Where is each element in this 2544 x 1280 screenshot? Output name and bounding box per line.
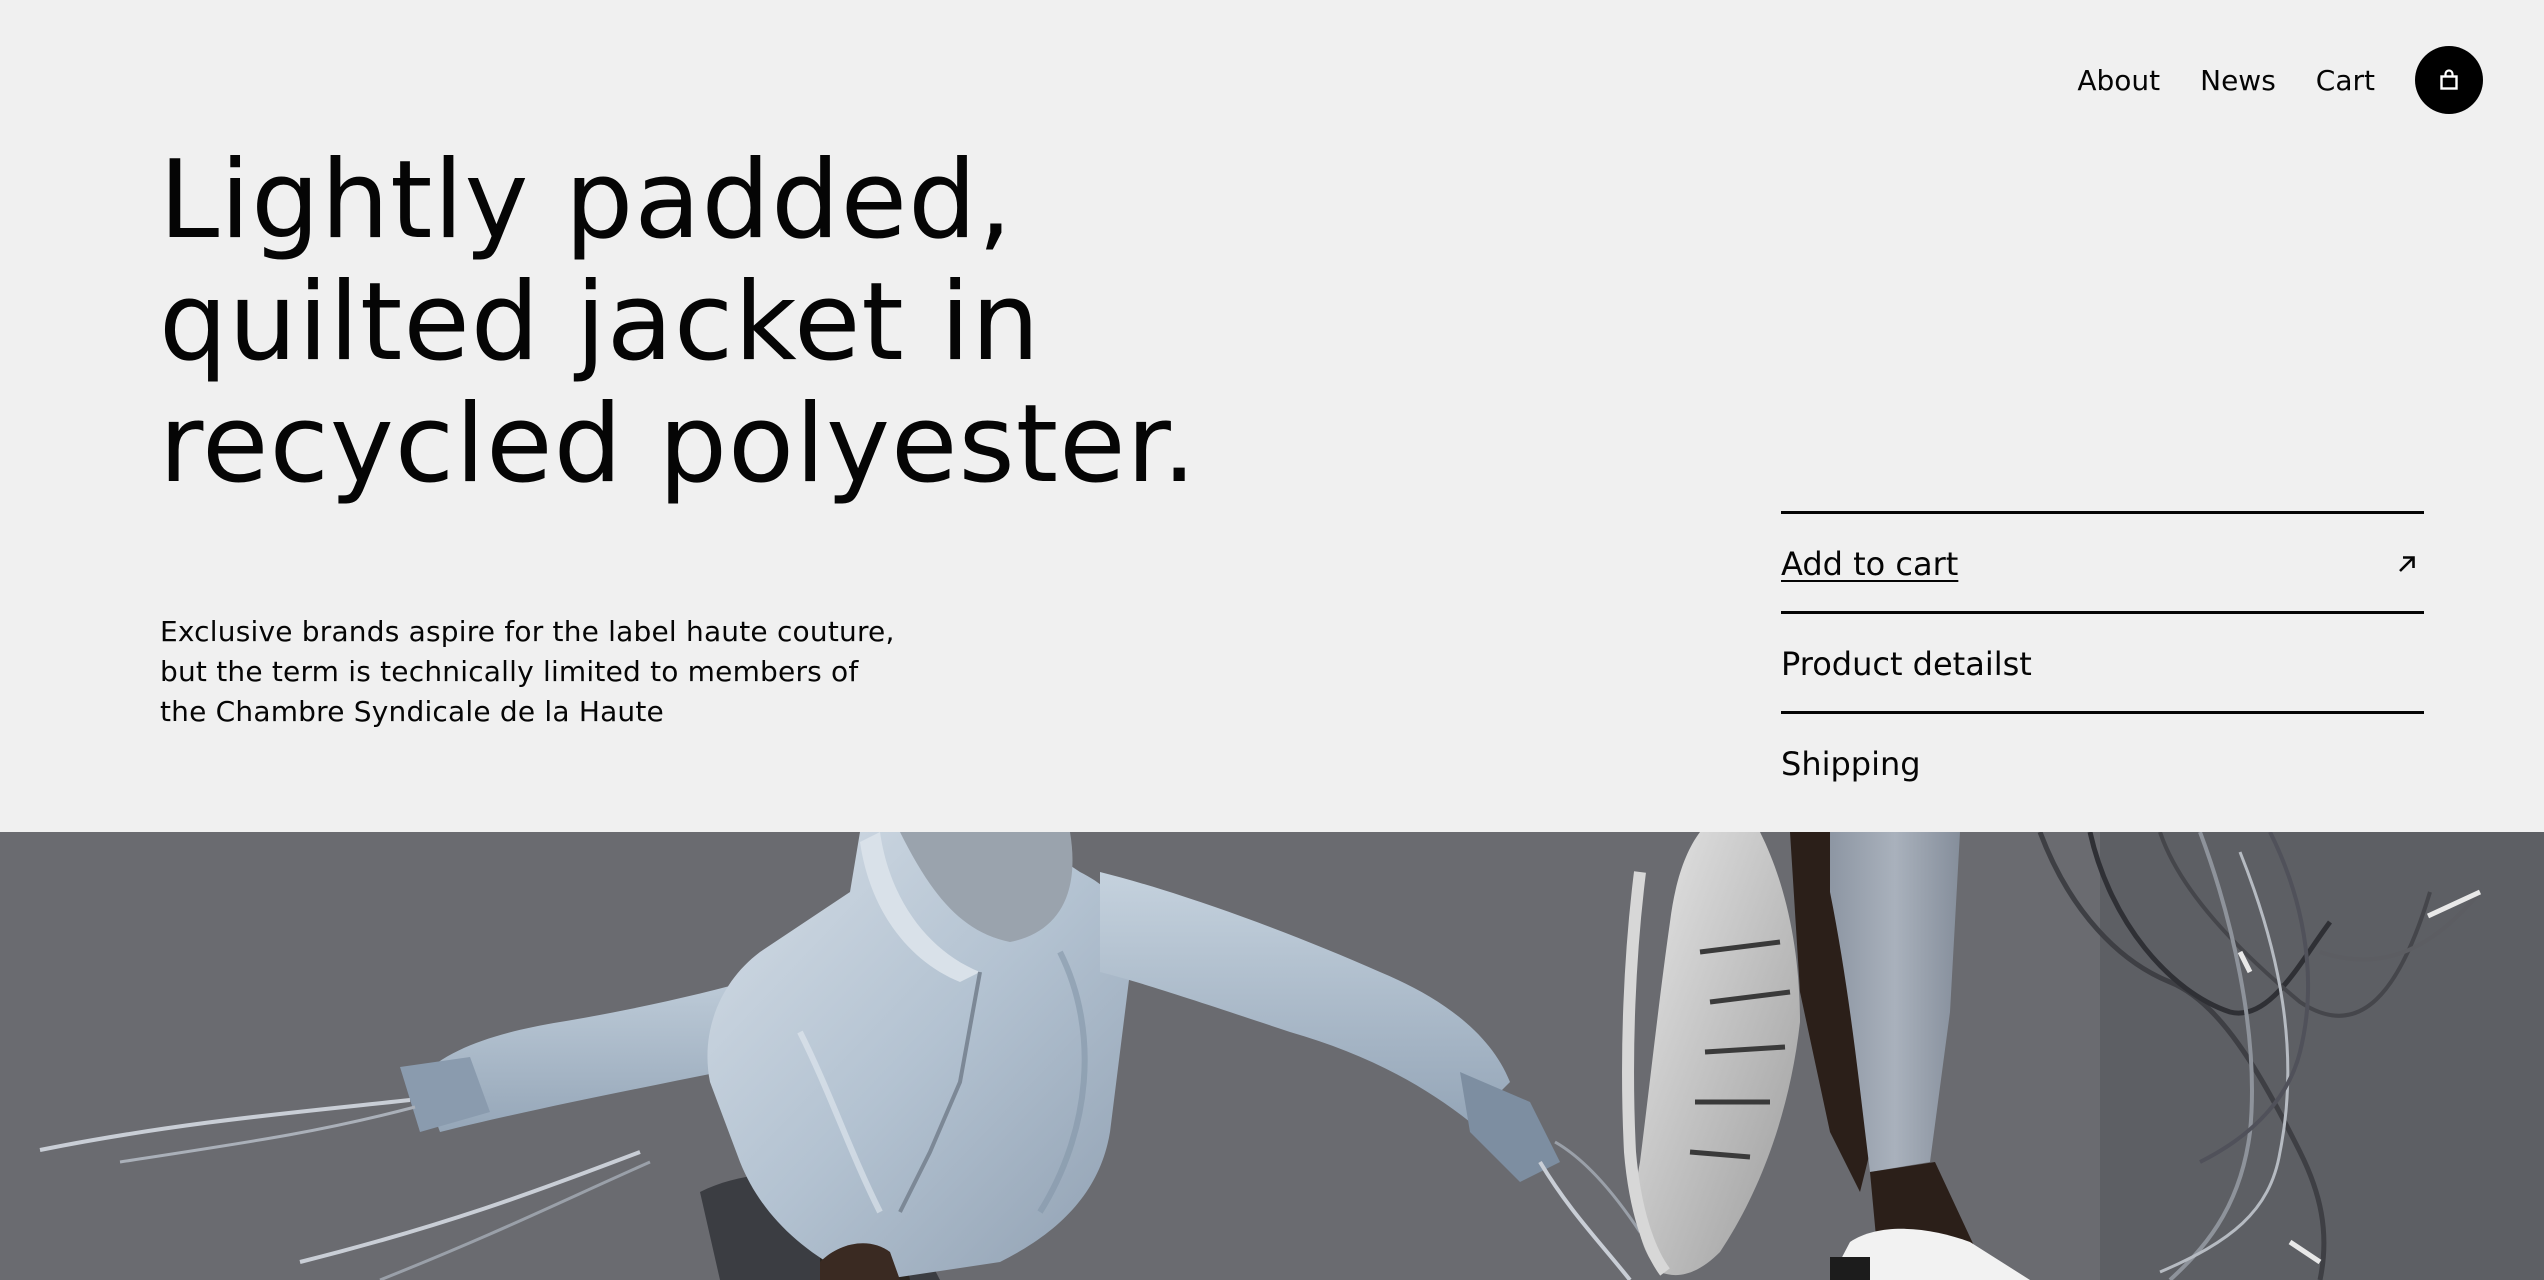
arrow-up-right-icon (2399, 556, 2415, 572)
headline-line: Lightly padded, (159, 138, 1013, 263)
description-line: Exclusive brands aspire for the label ha… (160, 615, 895, 648)
product-description: Exclusive brands aspire for the label ha… (160, 612, 920, 732)
nav-link-news[interactable]: News (2200, 64, 2276, 97)
shipping-row[interactable]: Shipping (1781, 711, 2424, 811)
cart-button[interactable] (2415, 46, 2483, 114)
headline-line: quilted jacket in (159, 260, 1041, 385)
add-to-cart-row[interactable]: Add to cart (1781, 511, 2424, 611)
product-details-row[interactable]: Product detailst (1781, 611, 2424, 711)
product-actions: Add to cart Product detailst Shipping (1781, 511, 2424, 811)
description-line: but the term is technically limited to m… (160, 655, 859, 688)
shopping-bag-icon (2440, 69, 2458, 90)
add-to-cart-link[interactable]: Add to cart (1781, 544, 1958, 584)
description-line: the Chambre Syndicale de la Haute (160, 695, 664, 728)
product-details-label: Product detailst (1781, 644, 2032, 683)
top-nav: About News Cart (2077, 44, 2483, 116)
headline-line: recycled polyester. (159, 382, 1198, 507)
nav-link-about[interactable]: About (2077, 64, 2160, 97)
product-page: About News Cart Lightly padded, quilted … (0, 0, 2544, 1280)
nav-link-cart[interactable]: Cart (2316, 64, 2375, 97)
shipping-label: Shipping (1781, 744, 1921, 783)
product-headline: Lightly padded, quilted jacket in recycl… (159, 140, 1279, 506)
product-photo (0, 832, 2544, 1280)
